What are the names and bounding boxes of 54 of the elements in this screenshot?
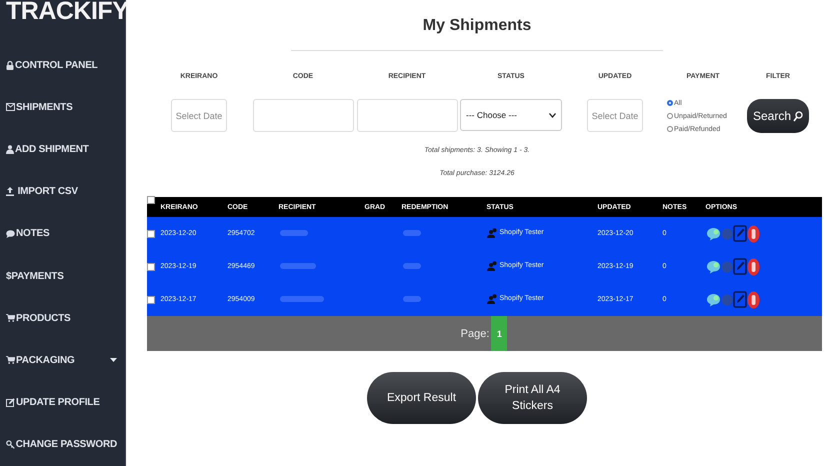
text-field[interactable] (356, 99, 458, 132)
redacted-mark (278, 260, 316, 270)
chat-bubble-icon[interactable] (706, 292, 720, 306)
action-button[interactable]: Print All A4 Stickers (478, 372, 587, 424)
radio-button[interactable] (667, 113, 673, 119)
date-field[interactable]: Select Date (171, 99, 227, 132)
envelope-icon (6, 103, 15, 112)
redacted-mark (278, 228, 308, 238)
sidebar-item[interactable]: SHIPMENTS (0, 86, 125, 128)
key-icon (6, 440, 15, 450)
page-label: Page: (460, 328, 490, 340)
redacted-mark (278, 294, 324, 304)
sidebar-item[interactable]: CHANGE PASSWORD (0, 424, 125, 466)
status-dropdown[interactable]: --- Choose --- (460, 99, 562, 131)
sidebar-item[interactable]: IMPORT CSV (0, 170, 125, 213)
search-button[interactable]: Search (746, 99, 810, 133)
redacted-mark (402, 260, 422, 270)
row-checkbox[interactable] (146, 230, 154, 238)
delete-icon[interactable] (746, 224, 760, 242)
sidebar-item[interactable]: PACKAGING (0, 339, 125, 382)
users-icon (486, 260, 498, 270)
action-button[interactable]: Export Result (367, 372, 476, 424)
radio-button[interactable] (667, 100, 673, 106)
sidebar-item[interactable]: CONTROL PANEL (0, 44, 125, 86)
sidebar-item[interactable]: NOTES (0, 212, 125, 255)
upload-icon (6, 187, 14, 196)
sidebar-item[interactable]: PRODUCTS (0, 297, 125, 340)
select-all-checkbox[interactable] (146, 196, 154, 204)
delete-icon[interactable] (746, 290, 760, 308)
date-field[interactable]: Select Date (587, 99, 643, 132)
cart-icon (6, 314, 15, 322)
chevron-down-icon (549, 112, 556, 118)
sidebar-item[interactable]: $PAYMENTS (0, 254, 125, 298)
sidebar-item[interactable]: UPDATE PROFILE (0, 382, 125, 424)
chat-bubble-icon[interactable] (706, 260, 720, 274)
chat-bubble-icon[interactable] (706, 226, 720, 240)
sidebar-item[interactable]: ADD SHIPMENT (0, 128, 125, 171)
redacted-mark (402, 228, 422, 238)
page-title: My Shipments (422, 17, 532, 36)
person-icon (6, 144, 14, 154)
row-checkbox[interactable] (146, 296, 154, 304)
lock-icon (6, 60, 14, 70)
users-icon (486, 228, 498, 238)
radio-button[interactable] (667, 126, 673, 132)
search-icon (793, 110, 804, 122)
text-field[interactable] (252, 99, 354, 132)
row-checkbox[interactable] (146, 262, 154, 270)
delete-icon[interactable] (746, 258, 760, 276)
users-icon (486, 294, 498, 304)
edit-icon (6, 398, 15, 408)
brand-logo: TRACKIFY (6, 0, 128, 25)
cart-icon (6, 356, 15, 364)
chat-icon (6, 230, 15, 238)
redacted-mark (402, 294, 422, 304)
